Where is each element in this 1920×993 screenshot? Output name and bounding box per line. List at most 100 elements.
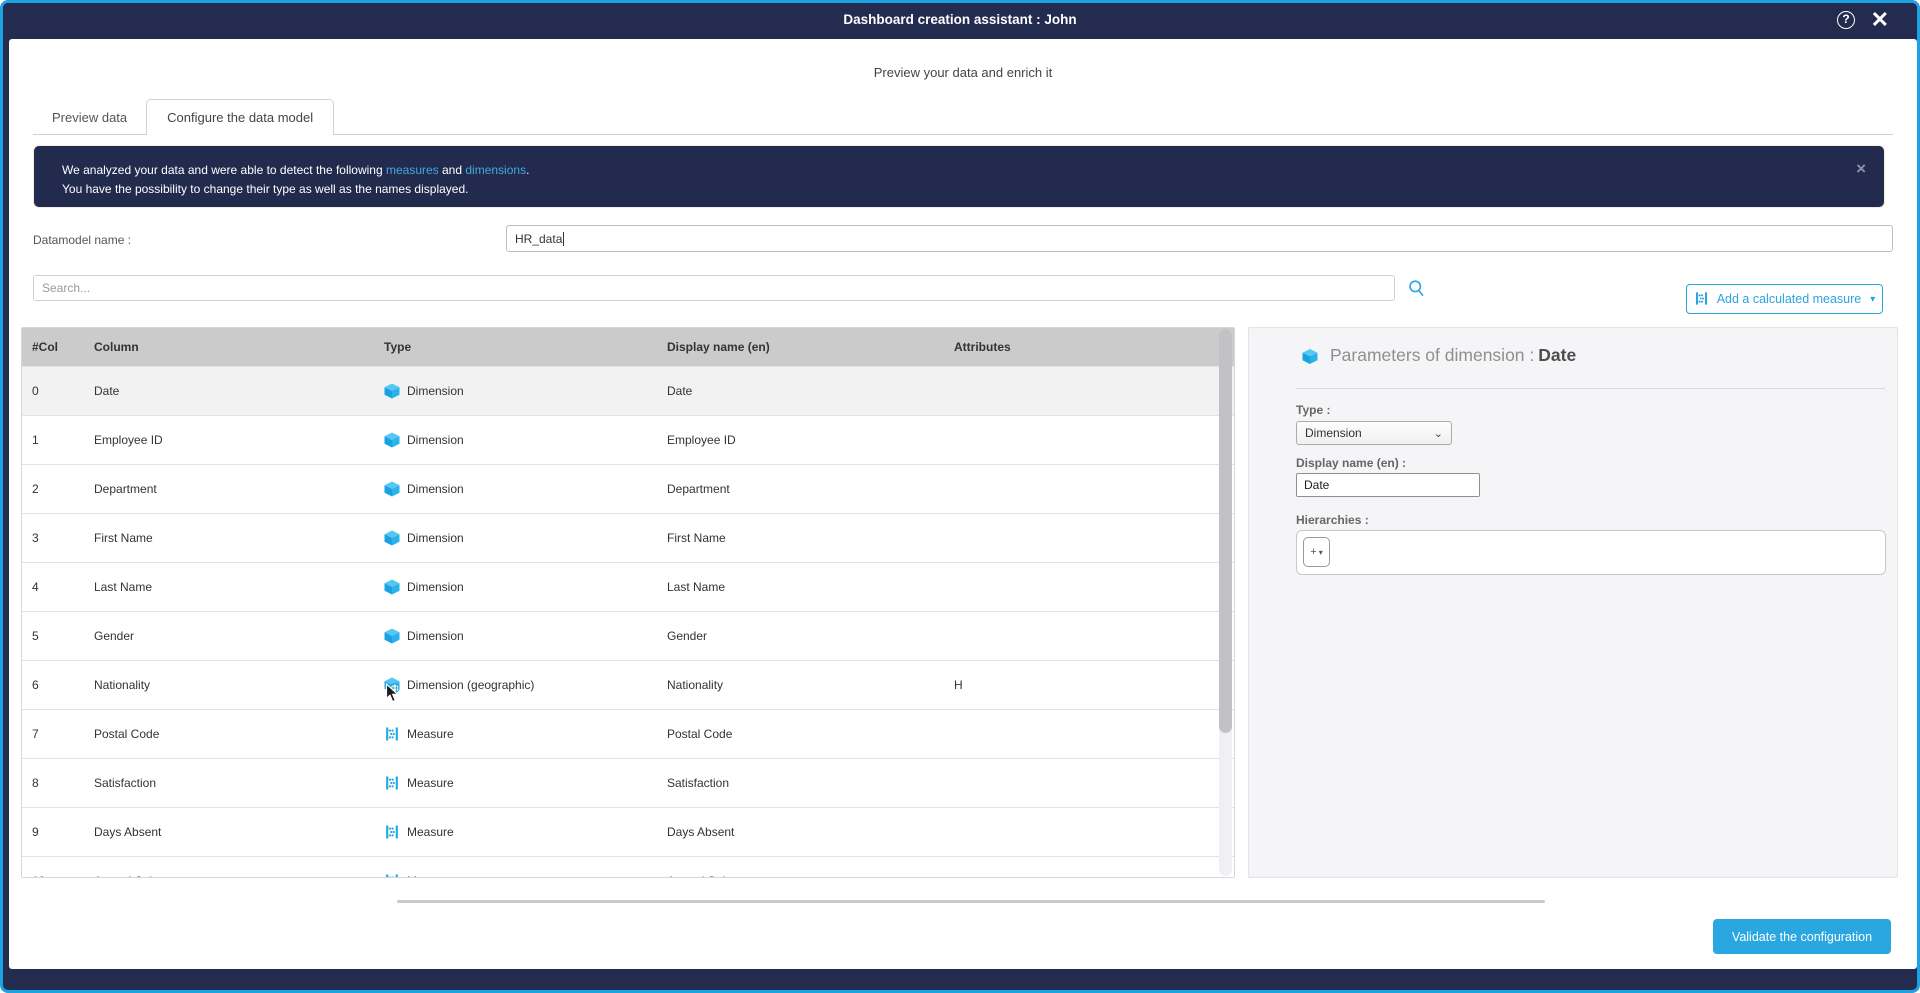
measure-icon <box>384 726 400 742</box>
dimension-icon <box>384 530 400 546</box>
banner-text: . <box>526 163 529 177</box>
row-column-name: Postal Code <box>94 727 384 741</box>
row-type: Measure <box>384 775 667 791</box>
row-display-name: Annual Salary <box>667 874 954 878</box>
table-row[interactable]: 8 Satisfaction Measure Satisfaction <box>22 758 1234 807</box>
row-col-index: 9 <box>22 825 94 839</box>
search-icon[interactable] <box>1407 279 1426 303</box>
panel-title: Parameters of dimension : <box>1330 345 1534 366</box>
table-row[interactable]: 1 Employee ID Dimension Employee ID <box>22 415 1234 464</box>
dimensions-link[interactable]: dimensions <box>465 163 526 177</box>
row-type: Dimension <box>384 432 667 448</box>
row-display-name: Gender <box>667 629 954 643</box>
header-column: Column <box>94 340 384 354</box>
row-column-name: Nationality <box>94 678 384 692</box>
row-type: Dimension <box>384 481 667 497</box>
dimension-icon <box>384 432 400 448</box>
banner-close-icon[interactable]: × <box>1856 160 1866 177</box>
tab-bar: Preview data Configure the data model <box>33 98 334 135</box>
hierarchies-box: + ▾ <box>1296 530 1886 575</box>
row-column-name: Last Name <box>94 580 384 594</box>
search-input[interactable] <box>33 275 1395 301</box>
text-cursor <box>563 232 564 246</box>
type-label: Type : <box>1296 403 1330 417</box>
measure-icon <box>384 824 400 840</box>
row-display-name: Days Absent <box>667 825 954 839</box>
row-type: Dimension <box>384 628 667 644</box>
row-display-name: Postal Code <box>667 727 954 741</box>
row-display-name: Last Name <box>667 580 954 594</box>
table-row[interactable]: 5 Gender Dimension Gender <box>22 611 1234 660</box>
tab-preview-data[interactable]: Preview data <box>33 99 146 135</box>
add-calculated-measure-button[interactable]: Add a calculated measure ▾ <box>1686 284 1883 314</box>
row-type: Dimension (geographic) <box>384 677 667 693</box>
row-col-index: 8 <box>22 776 94 790</box>
row-col-index: 0 <box>22 384 94 398</box>
row-col-index: 6 <box>22 678 94 692</box>
vertical-scrollbar-track[interactable] <box>1219 329 1232 876</box>
columns-table: #Col Column Type Display name (en) Attri… <box>21 327 1235 878</box>
add-hierarchy-button[interactable]: + ▾ <box>1303 537 1330 567</box>
datamodel-name-input[interactable]: HR_data <box>506 225 1893 252</box>
row-column-name: Satisfaction <box>94 776 384 790</box>
table-row[interactable]: 4 Last Name Dimension Last Name <box>22 562 1234 611</box>
row-col-index: 2 <box>22 482 94 496</box>
chevron-down-icon: ▾ <box>1319 548 1323 557</box>
datamodel-name-label: Datamodel name : <box>33 233 131 247</box>
row-type: Dimension <box>384 530 667 546</box>
row-column-name: Gender <box>94 629 384 643</box>
display-name-input[interactable] <box>1296 473 1480 497</box>
tab-configure-data-model[interactable]: Configure the data model <box>146 99 334 135</box>
dimension-icon <box>384 383 400 399</box>
measure-icon <box>1694 291 1710 307</box>
dashboard-assistant-dialog: Dashboard creation assistant : John ? ✕ … <box>0 0 1920 993</box>
row-column-name: First Name <box>94 531 384 545</box>
table-row[interactable]: 3 First Name Dimension First Name <box>22 513 1234 562</box>
row-display-name: First Name <box>667 531 954 545</box>
table-row[interactable]: 0 Date Dimension Date <box>22 366 1234 415</box>
parameters-panel: Parameters of dimension : Date Type : Di… <box>1248 327 1898 878</box>
banner-line2: You have the possibility to change their… <box>62 180 1844 199</box>
header-type: Type <box>384 340 667 354</box>
row-type: Measure <box>384 824 667 840</box>
plus-icon: + <box>1310 546 1316 558</box>
info-banner: We analyzed your data and were able to d… <box>33 145 1885 208</box>
row-type: Measure <box>384 726 667 742</box>
panel-title-value: Date <box>1538 345 1576 366</box>
horizontal-scrollbar[interactable] <box>397 900 1545 903</box>
row-display-name: Date <box>667 384 954 398</box>
table-row[interactable]: 10 Annual Salary Measure Annual Salary <box>22 856 1234 878</box>
measures-link[interactable]: measures <box>386 163 439 177</box>
panel-divider <box>1296 388 1885 389</box>
help-icon[interactable]: ? <box>1837 11 1855 29</box>
header-attributes: Attributes <box>954 340 1234 354</box>
table-row[interactable]: 7 Postal Code Measure Postal Code <box>22 709 1234 758</box>
row-column-name: Annual Salary <box>94 874 384 878</box>
validate-configuration-button[interactable]: Validate the configuration <box>1713 919 1891 954</box>
row-column-name: Date <box>94 384 384 398</box>
row-display-name: Nationality <box>667 678 954 692</box>
close-icon[interactable]: ✕ <box>1871 7 1889 33</box>
row-type: Dimension <box>384 383 667 399</box>
row-display-name: Department <box>667 482 954 496</box>
type-select-value: Dimension <box>1305 426 1362 440</box>
type-select[interactable]: Dimension ⌄ <box>1296 421 1452 445</box>
row-display-name: Satisfaction <box>667 776 954 790</box>
header-display-name: Display name (en) <box>667 340 954 354</box>
dimension-icon <box>384 481 400 497</box>
hierarchies-label: Hierarchies : <box>1296 513 1369 527</box>
row-column-name: Days Absent <box>94 825 384 839</box>
dimension-icon <box>384 579 400 595</box>
chevron-down-icon: ▾ <box>1870 294 1875 305</box>
dimension-geo-icon <box>384 677 400 693</box>
row-col-index: 7 <box>22 727 94 741</box>
titlebar: Dashboard creation assistant : John ? ✕ <box>3 3 1917 38</box>
table-row[interactable]: 6 Nationality Dimension (geographic) Nat… <box>22 660 1234 709</box>
table-row[interactable]: 2 Department Dimension Department <box>22 464 1234 513</box>
row-col-index: 3 <box>22 531 94 545</box>
vertical-scrollbar-thumb[interactable] <box>1219 329 1232 733</box>
panel-header: Parameters of dimension : Date <box>1302 345 1576 366</box>
table-row[interactable]: 9 Days Absent Measure Days Absent <box>22 807 1234 856</box>
dimension-icon <box>384 628 400 644</box>
dialog-content: Preview your data and enrich it Preview … <box>9 39 1917 969</box>
